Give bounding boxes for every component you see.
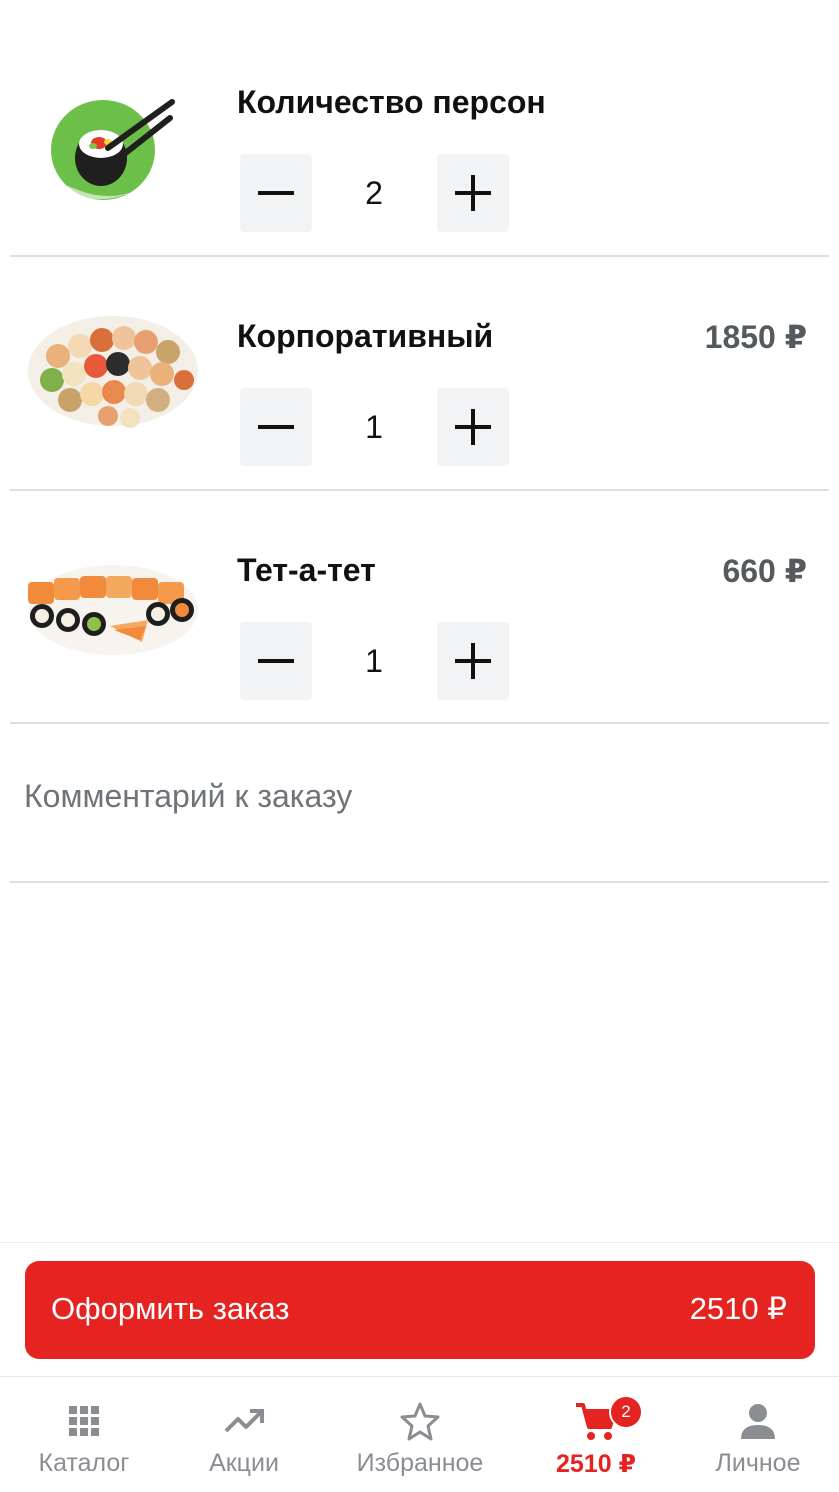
minus-icon [258, 659, 294, 663]
item-quantity: 1 [365, 643, 383, 679]
persons-plus-button[interactable] [437, 154, 509, 232]
persons-title: Количество персон [237, 84, 546, 120]
persons-row: Количество персон 2 [0, 22, 839, 256]
cart-count-badge: 2 [609, 1395, 643, 1429]
checkout-total: 2510 ₽ [689, 1291, 787, 1326]
sushi-set-image [28, 316, 198, 428]
item-plus-button[interactable] [437, 622, 509, 700]
sushi-set-image [28, 565, 198, 655]
tab-promotions[interactable]: Акции [160, 1377, 328, 1492]
divider [10, 722, 829, 724]
item-price: 660 ₽ [722, 553, 807, 589]
item-price: 1850 ₽ [704, 319, 807, 355]
sushi-logo-icon [51, 99, 175, 200]
plus-icon [455, 409, 491, 445]
tab-favorites[interactable]: Избранное [336, 1377, 504, 1492]
comment-input[interactable]: Комментарий к заказу [24, 778, 352, 815]
tab-cart[interactable]: 2 2510 ₽ [512, 1377, 680, 1492]
grid-icon [69, 1406, 99, 1436]
bottom-tabbar: Каталог Акции Избранное 2 2510 ₽ Личное [0, 1376, 839, 1492]
item-plus-button[interactable] [437, 388, 509, 466]
plus-icon [455, 643, 491, 679]
minus-icon [258, 191, 294, 195]
tab-label: 2510 ₽ [556, 1450, 636, 1478]
tab-label: Акции [209, 1449, 279, 1477]
trending-up-icon [224, 1409, 264, 1433]
tab-label: Личное [715, 1449, 801, 1477]
persons-quantity: 2 [365, 175, 383, 211]
cart-screen: Количество персон 2 Корпоративный 1850 ₽… [0, 0, 839, 1492]
tab-profile[interactable]: Личное [674, 1377, 839, 1492]
checkout-bar: Оформить заказ 2510 ₽ [0, 1242, 839, 1377]
minus-icon [258, 425, 294, 429]
person-icon [741, 1404, 775, 1439]
tab-label: Каталог [38, 1449, 130, 1477]
persons-minus-button[interactable] [240, 154, 312, 232]
item-name: Корпоративный [237, 318, 494, 354]
tab-catalog[interactable]: Каталог [0, 1377, 168, 1492]
cart-item: Тет-а-тет 660 ₽ 1 [0, 490, 839, 724]
item-quantity: 1 [365, 409, 383, 445]
checkout-label: Оформить заказ [51, 1291, 290, 1326]
plus-icon [455, 175, 491, 211]
checkout-button[interactable]: Оформить заказ 2510 ₽ [25, 1261, 815, 1359]
star-icon [400, 1402, 440, 1441]
divider [10, 881, 829, 883]
cart-item: Корпоративный 1850 ₽ 1 [0, 256, 839, 490]
item-name: Тет-а-тет [237, 552, 376, 588]
tab-label: Избранное [356, 1449, 484, 1477]
item-minus-button[interactable] [240, 622, 312, 700]
item-minus-button[interactable] [240, 388, 312, 466]
